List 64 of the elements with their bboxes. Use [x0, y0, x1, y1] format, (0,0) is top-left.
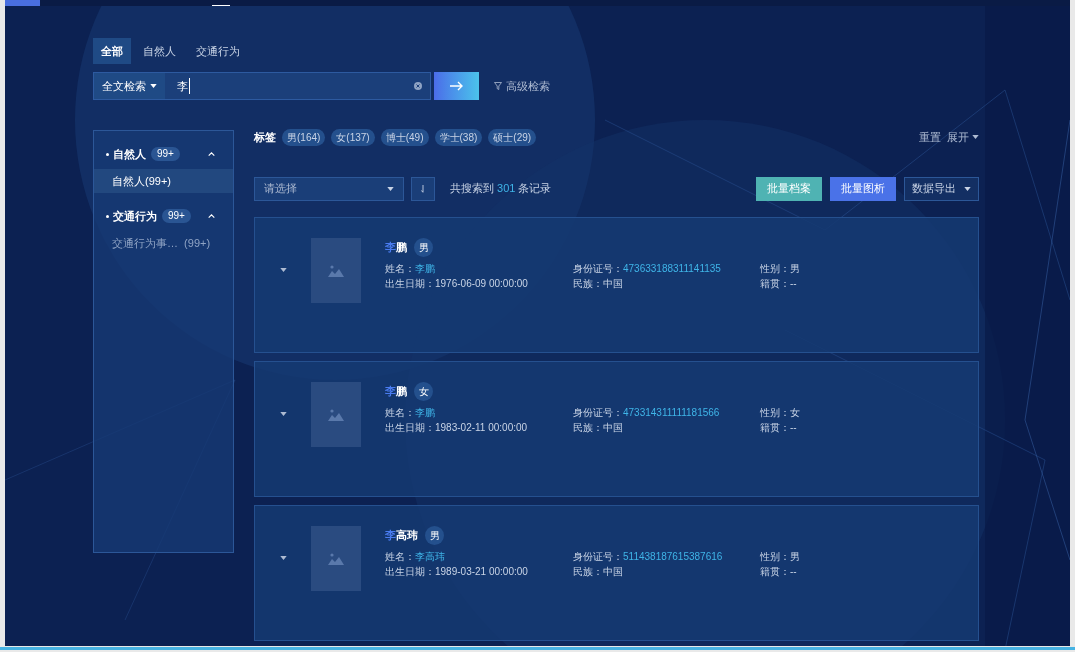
info-field: 民族：中国: [573, 565, 760, 578]
info-field: 出生日期：1976-06-09 00:00:00: [385, 277, 573, 290]
tab[interactable]: 交通行为: [188, 38, 248, 64]
caret-down-icon: [150, 84, 157, 88]
search-mode-dropdown[interactable]: 全文检索: [94, 73, 165, 99]
caret-down-icon: [387, 186, 394, 191]
bullet-icon: [106, 152, 109, 156]
arrow-right-icon: [449, 81, 464, 91]
info-field: 性别：女: [760, 406, 880, 419]
tab[interactable]: 自然人: [135, 38, 184, 64]
expand-caret-icon: [279, 556, 287, 560]
count-badge: 99+: [162, 209, 191, 223]
search-button[interactable]: [434, 72, 479, 100]
sidebar-group-header[interactable]: 交通行为 99+: [94, 205, 233, 227]
search-bar[interactable]: 全文检索 李: [93, 72, 431, 100]
tab[interactable]: 全部: [93, 38, 131, 64]
count-badge: 99+: [151, 147, 180, 161]
sidebar-group-header[interactable]: 自然人 99+: [94, 143, 233, 165]
info-field: 姓名：李鹏: [385, 262, 573, 275]
image-icon: [328, 552, 344, 565]
gender-badge: 男: [414, 237, 433, 257]
info-field: 籍贯：--: [760, 565, 880, 578]
info-field: 籍贯：--: [760, 421, 880, 434]
sort-icon: [421, 184, 425, 193]
info-field: 出生日期：1989-03-21 00:00:00: [385, 565, 573, 578]
filter-icon: [494, 82, 502, 90]
search-input[interactable]: 李: [177, 77, 190, 95]
info-field: 民族：中国: [573, 277, 760, 290]
sidebar-item[interactable]: 自然人(99+): [94, 169, 233, 193]
advanced-search-link[interactable]: 高级检索: [494, 77, 550, 95]
group-label: 交通行为: [113, 208, 157, 224]
info-field: 籍贯：--: [760, 277, 880, 290]
gender-badge: 女: [414, 381, 433, 401]
info-field: 性别：男: [760, 550, 880, 563]
caret-down-icon: [964, 186, 971, 191]
info-field: 性别：男: [760, 262, 880, 275]
expand-caret-icon: [279, 412, 287, 416]
person-name: 李鹏: [385, 383, 407, 399]
export-dropdown[interactable]: 数据导出: [904, 176, 979, 201]
bullet-icon: [106, 214, 109, 218]
sidebar-item[interactable]: 交通行为事… (99+): [94, 231, 233, 255]
info-field: 姓名：李鹏: [385, 406, 573, 419]
clear-icon[interactable]: [414, 82, 422, 90]
action-button[interactable]: 批量图析: [830, 176, 896, 201]
sort-order-button[interactable]: [411, 176, 435, 201]
tags-label: 标签: [254, 129, 276, 145]
group-label: 自然人: [113, 146, 146, 162]
gender-badge: 男: [425, 525, 444, 545]
person-name: 李高玮: [385, 527, 418, 543]
info-field: 身份证号：473633188311141135: [573, 262, 760, 275]
reset-link[interactable]: 重置: [919, 128, 941, 146]
sort-select[interactable]: 请选择: [254, 176, 404, 201]
expand-link[interactable]: 展开: [947, 128, 979, 146]
caret-down-icon: [972, 135, 979, 139]
info-field: 姓名：李高玮: [385, 550, 573, 563]
image-icon: [328, 408, 344, 421]
info-field: 民族：中国: [573, 421, 760, 434]
expand-caret-icon: [279, 268, 287, 272]
info-field: 出生日期：1983-02-11 00:00:00: [385, 421, 573, 434]
image-icon: [328, 264, 344, 277]
result-count: 共搜索到 301 条记录: [450, 181, 552, 197]
person-name: 李鹏: [385, 239, 407, 255]
info-field: 身份证号：473314311111181566: [573, 406, 760, 419]
info-field: 身份证号：511438187615387616: [573, 550, 760, 563]
